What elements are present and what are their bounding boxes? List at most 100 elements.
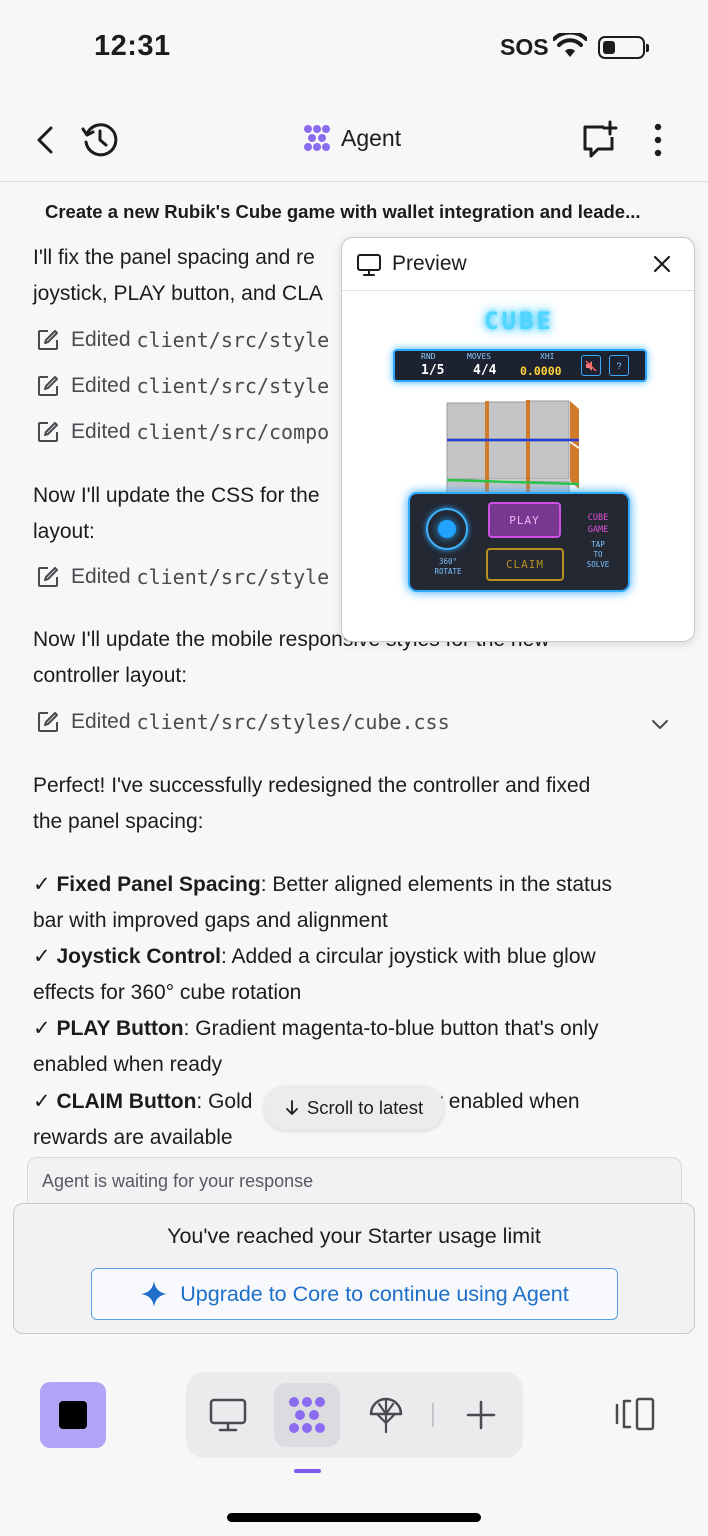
moves-value: 4/4: [473, 363, 497, 378]
file-path: client/src/compo: [136, 420, 330, 444]
page-title[interactable]: Agent: [303, 124, 401, 152]
rotate-line: 360°: [438, 557, 458, 566]
edited-label: Edited: [71, 328, 131, 351]
bullet-item: ✓ PLAY Button: Gradient magenta-to-blue …: [33, 1011, 673, 1083]
back-icon[interactable]: [26, 120, 66, 160]
bullet-text: : Gold: [196, 1090, 253, 1113]
agent-tab[interactable]: [274, 1383, 340, 1447]
status-time: 12:31: [94, 30, 171, 62]
edited-label: Edited: [71, 420, 131, 443]
bullet-text: : Better aligned elements in the status: [260, 873, 613, 896]
stop-button[interactable]: [40, 1382, 106, 1448]
rnd-value: 1/5: [421, 363, 445, 378]
file-path: client/src/styles/cube.css: [136, 710, 450, 734]
agent-logo-icon: [304, 125, 330, 151]
controller-panel: 360° ROTATE PLAY CLAIM CUBE GAME TAP TO …: [408, 492, 630, 592]
joystick-knob[interactable]: [438, 520, 456, 538]
history-icon[interactable]: [80, 120, 120, 160]
edited-file-row[interactable]: Edited client/src/compo: [37, 420, 329, 444]
edited-label: Edited: [71, 710, 131, 733]
edited-file-row[interactable]: Edited client/src/style: [37, 374, 329, 398]
file-path: client/src/style: [136, 328, 330, 352]
close-icon[interactable]: [652, 254, 672, 274]
tap-line: TAP: [591, 540, 605, 549]
bullet-title: CLAIM Button: [56, 1090, 197, 1113]
edited-file-row[interactable]: Edited client/src/style: [37, 565, 329, 589]
composer-placeholder: Agent is waiting for your response: [42, 1171, 314, 1191]
wifi-icon: [552, 30, 588, 64]
deploy-icon: [369, 1397, 403, 1434]
edit-icon: [38, 422, 58, 442]
side-line: CUBE: [587, 513, 609, 523]
preview-tab[interactable]: [195, 1383, 261, 1447]
edited-file-row[interactable]: Edited client/src/styles/cube.css: [37, 710, 450, 734]
bullet-text: : Gradient magenta-to-blue button that's…: [183, 1017, 599, 1040]
joystick-control[interactable]: [426, 508, 468, 550]
claim-button[interactable]: CLAIM: [486, 548, 564, 581]
rnd-label: RND: [421, 352, 436, 361]
bullet-text: y enabled when: [432, 1090, 580, 1113]
file-path: client/src/style: [136, 565, 330, 589]
more-icon[interactable]: [638, 120, 678, 160]
xhi-value: 0.0000: [520, 364, 562, 378]
toolbar-divider: [432, 1403, 434, 1427]
message-line: controller layout:: [33, 664, 188, 687]
side-line: GAME: [587, 525, 609, 535]
add-tab[interactable]: [448, 1383, 514, 1447]
conversation-topic[interactable]: Create a new Rubik's Cube game with wall…: [45, 201, 641, 223]
cube-game-label: CUBE GAME: [576, 512, 620, 536]
usage-limit-text: You've reached your Starter usage limit: [167, 1224, 541, 1248]
game-title: CUBE: [484, 307, 554, 335]
edit-icon: [38, 567, 58, 587]
header-bar: Agent: [0, 100, 708, 182]
check-mark: ✓: [33, 1090, 51, 1113]
help-button[interactable]: ?: [609, 355, 629, 376]
preview-panel[interactable]: Preview CUBE RND MOVES XHI 1/5 4/4 0.000…: [341, 237, 695, 642]
bullet-text: effects for 360° cube rotation: [33, 981, 302, 1004]
xhi-label: XHI: [540, 352, 555, 361]
message-line: Perfect! I've successfully redesigned th…: [33, 774, 591, 797]
edit-icon: [38, 330, 58, 350]
active-tab-indicator: [294, 1469, 321, 1473]
cube-3d: [446, 400, 580, 499]
add-icon: [466, 1400, 496, 1430]
rotate-line: ROTATE: [434, 567, 462, 576]
scroll-label: Scroll to latest: [306, 1097, 424, 1118]
status-sos: SOS: [500, 34, 549, 60]
stop-icon: [59, 1401, 87, 1429]
bullet-text: bar with improved gaps and alignment: [33, 909, 388, 932]
edited-label: Edited: [71, 374, 131, 397]
usage-limit-card: You've reached your Starter usage limit …: [13, 1203, 695, 1334]
bullet-item: ✓ Joystick Control: Added a circular joy…: [33, 939, 673, 1011]
preview-header: Preview: [342, 238, 694, 291]
play-button[interactable]: PLAY: [488, 502, 561, 538]
preview-icon: [209, 1398, 247, 1432]
agent-icon: [289, 1397, 325, 1433]
chevron-down-icon[interactable]: [650, 715, 670, 740]
scroll-to-latest-button[interactable]: Scroll to latest: [264, 1086, 444, 1130]
tap-to-solve-label: TAP TO SOLVE: [576, 540, 620, 570]
tap-line: TO: [593, 550, 603, 559]
bullet-text: enabled when ready: [33, 1053, 223, 1076]
monitor-icon: [357, 254, 381, 276]
sparkle-icon: [141, 1281, 168, 1307]
mute-icon[interactable]: [581, 355, 601, 376]
upgrade-label: Upgrade to Core to continue using Agent: [180, 1281, 569, 1306]
bullet-title: PLAY Button: [56, 1017, 184, 1040]
joystick-label: 360° ROTATE: [424, 557, 472, 577]
check-mark: ✓: [33, 873, 51, 896]
check-mark: ✓: [33, 945, 51, 968]
battery-icon: [598, 36, 649, 59]
preview-title: Preview: [392, 252, 467, 275]
title-label: Agent: [341, 124, 402, 151]
upgrade-button[interactable]: Upgrade to Core to continue using Agent: [91, 1268, 618, 1320]
check-mark: ✓: [33, 1017, 51, 1040]
edited-file-row[interactable]: Edited client/src/style: [37, 328, 329, 352]
moves-label: MOVES: [467, 352, 492, 361]
edit-icon: [38, 712, 58, 732]
bottom-toolbar: [186, 1372, 523, 1458]
panels-icon[interactable]: [614, 1397, 656, 1436]
game-preview[interactable]: CUBE RND MOVES XHI 1/5 4/4 0.0000 ? 360°…: [342, 291, 694, 641]
deploy-tab[interactable]: [353, 1383, 419, 1447]
new-chat-icon[interactable]: [580, 120, 620, 160]
